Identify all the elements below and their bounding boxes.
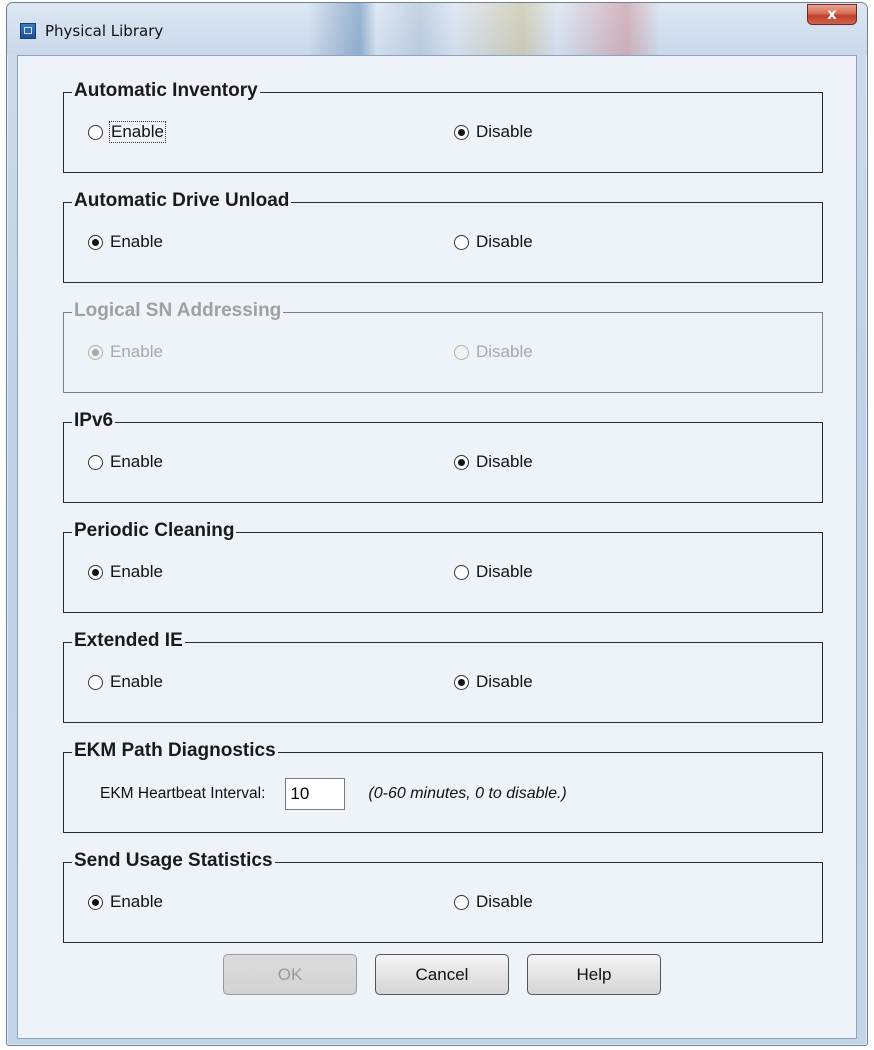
group-ipv6: IPv6 Enable Disable xyxy=(63,409,823,503)
ipv6-disable-radio[interactable]: Disable xyxy=(454,451,533,473)
help-button[interactable]: Help xyxy=(527,954,661,995)
group-logical-sn-addressing: Logical SN Addressing Enable Disable xyxy=(63,299,823,393)
radio-label: Disable xyxy=(476,562,533,581)
radio-off-icon xyxy=(454,894,469,910)
periodic-cleaning-enable-radio[interactable]: Enable xyxy=(88,561,163,583)
radio-label: Enable xyxy=(110,562,163,581)
radio-on-icon xyxy=(88,894,103,910)
dialog-window: Physical Library x Automatic Inventory E… xyxy=(6,2,868,1046)
group-title: Logical SN Addressing xyxy=(72,299,284,323)
radio-label: Enable xyxy=(110,672,163,691)
radio-on-icon xyxy=(454,454,469,470)
radio-on-icon xyxy=(454,124,469,140)
app-icon xyxy=(20,23,36,39)
group-ekm-path-diagnostics: EKM Path Diagnostics EKM Heartbeat Inter… xyxy=(63,739,823,833)
dialog-content: Automatic Inventory Enable Disable Autom… xyxy=(17,55,857,1039)
group-title: Send Usage Statistics xyxy=(72,849,275,873)
usage-statistics-disable-radio[interactable]: Disable xyxy=(454,891,533,913)
group-automatic-inventory: Automatic Inventory Enable Disable xyxy=(63,79,823,173)
radio-on-icon xyxy=(454,674,469,690)
logical-sn-enable-radio: Enable xyxy=(88,341,163,363)
automatic-drive-unload-enable-radio[interactable]: Enable xyxy=(88,231,163,253)
extended-ie-disable-radio[interactable]: Disable xyxy=(454,671,533,693)
ok-button[interactable]: OK xyxy=(223,954,357,995)
radio-label: Enable xyxy=(109,121,166,143)
radio-label: Disable xyxy=(476,342,533,361)
automatic-inventory-disable-radio[interactable]: Disable xyxy=(454,121,533,143)
group-extended-ie: Extended IE Enable Disable xyxy=(63,629,823,723)
close-button[interactable]: x xyxy=(807,4,857,25)
group-automatic-drive-unload: Automatic Drive Unload Enable Disable xyxy=(63,189,823,283)
radio-label: Disable xyxy=(476,892,533,911)
logical-sn-disable-radio: Disable xyxy=(454,341,533,363)
group-title: Automatic Inventory xyxy=(72,79,260,103)
radio-off-icon xyxy=(88,674,103,690)
ekm-heartbeat-row: EKM Heartbeat Interval: (0-60 minutes, 0… xyxy=(100,778,567,810)
ekm-heartbeat-interval-input[interactable] xyxy=(285,778,346,810)
radio-label: Disable xyxy=(476,452,533,471)
extended-ie-enable-radio[interactable]: Enable xyxy=(88,671,163,693)
radio-on-icon xyxy=(88,234,103,250)
radio-off-icon xyxy=(88,124,103,140)
usage-statistics-enable-radio[interactable]: Enable xyxy=(88,891,163,913)
ekm-heartbeat-label: EKM Heartbeat Interval: xyxy=(100,785,266,802)
radio-off-icon xyxy=(454,234,469,250)
ipv6-enable-radio[interactable]: Enable xyxy=(88,451,163,473)
periodic-cleaning-disable-radio[interactable]: Disable xyxy=(454,561,533,583)
radio-label: Enable xyxy=(110,452,163,471)
radio-label: Disable xyxy=(476,122,533,141)
radio-on-icon xyxy=(88,564,103,580)
group-title: IPv6 xyxy=(72,409,116,433)
group-periodic-cleaning: Periodic Cleaning Enable Disable xyxy=(63,519,823,613)
cancel-button[interactable]: Cancel xyxy=(375,954,509,995)
group-send-usage-statistics: Send Usage Statistics Enable Disable xyxy=(63,849,823,943)
automatic-inventory-enable-radio[interactable]: Enable xyxy=(88,121,166,143)
automatic-drive-unload-disable-radio[interactable]: Disable xyxy=(454,231,533,253)
radio-off-icon xyxy=(454,344,469,360)
radio-label: Enable xyxy=(110,342,163,361)
group-title: Extended IE xyxy=(72,629,185,653)
title-bar[interactable]: Physical Library x xyxy=(7,3,867,55)
group-title: Periodic Cleaning xyxy=(72,519,237,543)
group-title: EKM Path Diagnostics xyxy=(72,739,278,763)
window-title: Physical Library xyxy=(45,22,164,40)
radio-label: Disable xyxy=(476,232,533,251)
radio-label: Enable xyxy=(110,232,163,251)
radio-off-icon xyxy=(454,564,469,580)
radio-on-icon xyxy=(88,344,103,360)
group-title: Automatic Drive Unload xyxy=(72,189,292,213)
radio-off-icon xyxy=(88,454,103,470)
ekm-heartbeat-hint: (0-60 minutes, 0 to disable.) xyxy=(368,785,567,802)
radio-label: Disable xyxy=(476,672,533,691)
radio-label: Enable xyxy=(110,892,163,911)
